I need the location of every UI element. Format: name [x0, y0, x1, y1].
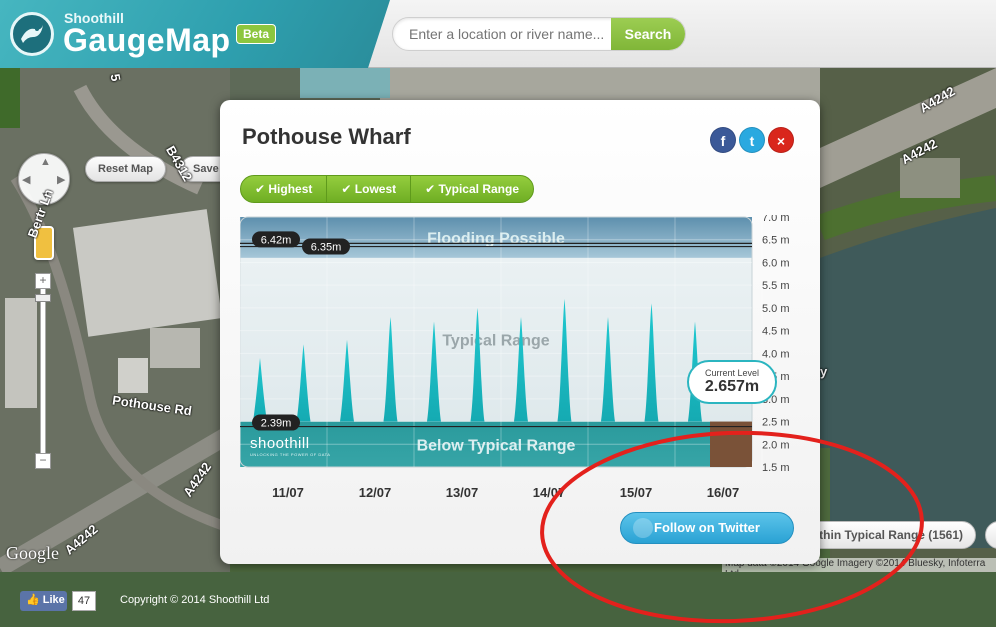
pan-right-icon[interactable]: ▶ [57, 173, 65, 186]
y-tick-label: 5.5 m [762, 280, 790, 292]
y-tick-label: 6.5 m [762, 235, 790, 247]
zoom-out-button[interactable]: − [35, 453, 51, 469]
y-tick-label: 6.0 m [762, 257, 790, 269]
reset-map-button[interactable]: Reset Map [85, 156, 167, 182]
shoothill-logo-icon [10, 12, 54, 56]
brand-area[interactable]: Shoothill GaugeMap Beta [0, 0, 390, 68]
x-tick-label: 13/07 [446, 485, 479, 500]
search-button[interactable]: Search [611, 18, 685, 50]
current-level-badge: Current Level 2.657m [687, 360, 777, 404]
close-popup-icon[interactable]: × [768, 127, 794, 153]
search-bar: Search [392, 17, 686, 51]
y-tick-label: 2.0 m [762, 439, 790, 451]
shoothill-watermark: shoothill [250, 435, 310, 452]
ref-tag-highest-label: 6.42m [261, 234, 292, 246]
status-pill-within-typical-range[interactable]: Within Typical Range (1561) [800, 521, 976, 549]
filter-typical-range[interactable]: ✔ Typical Range [411, 176, 533, 202]
follow-on-twitter-button[interactable]: Follow on Twitter [620, 512, 794, 544]
y-tick-label: 4.5 m [762, 326, 790, 338]
facebook-like-button[interactable]: 👍 Like [20, 591, 67, 611]
y-tick-label: 2.5 m [762, 417, 790, 429]
ref-tag-lowest-label: 2.39m [261, 418, 292, 430]
gauge-popup: Pothouse Wharf f t × ✔ Highest ✔ Lowest … [220, 100, 820, 564]
beta-badge: Beta [236, 24, 277, 44]
road-label: y [820, 364, 828, 379]
x-tick-label: 16/07 [707, 485, 740, 500]
facebook-share-icon[interactable]: f [710, 127, 736, 153]
twitter-share-icon[interactable]: t [739, 127, 765, 153]
like-label: Like [42, 594, 65, 606]
shoothill-tagline: UNLOCKING THE POWER OF DATA [250, 452, 331, 457]
follow-on-twitter-label: Follow on Twitter [654, 520, 760, 535]
y-tick-label: 5.0 m [762, 303, 790, 315]
filter-lowest[interactable]: ✔ Lowest [327, 176, 412, 202]
chart-filter-group: ✔ Highest ✔ Lowest ✔ Typical Range [240, 175, 534, 203]
station-title: Pothouse Wharf [242, 124, 411, 149]
future-ground [710, 421, 752, 467]
x-tick-label: 11/07 [272, 485, 304, 500]
y-tick-label: 4.0 m [762, 348, 790, 360]
x-tick-label: 12/07 [359, 485, 392, 500]
current-level-label: Current Level [704, 368, 760, 378]
y-tick-label: 1.5 m [762, 462, 790, 474]
current-level-value: 2.657m [704, 378, 760, 395]
x-tick-label: 14/07 [533, 485, 566, 500]
like-count: 47 [72, 591, 96, 611]
ref-tag-highest2-label: 6.35m [311, 242, 342, 254]
google-logo: Google [6, 543, 59, 563]
brand-name: GaugeMap [63, 22, 231, 58]
pan-up-icon[interactable]: ▲ [40, 156, 51, 168]
level-chart: Flooding Possible Typical Range Below Typi… [239, 212, 800, 510]
twitter-bird-icon [633, 518, 653, 538]
zoom-slider-handle[interactable] [35, 294, 51, 302]
x-tick-label: 15/07 [620, 485, 653, 500]
y-tick-label: 7.0 m [762, 215, 790, 224]
filter-highest[interactable]: ✔ Highest [241, 176, 328, 202]
zone-below-typical-range-label: Below Typical Range [417, 437, 576, 454]
zone-flooding-possible-label: Flooding Possible [427, 230, 565, 247]
zoom-in-button[interactable]: + [35, 273, 51, 289]
copyright-text: Copyright © 2014 Shoothill Ltd [120, 594, 270, 606]
header: Shoothill GaugeMap Beta Search [0, 0, 996, 68]
zone-typical-range-label: Typical Range [442, 333, 549, 350]
search-input[interactable] [393, 18, 613, 50]
pan-left-icon[interactable]: ◀ [22, 173, 30, 186]
